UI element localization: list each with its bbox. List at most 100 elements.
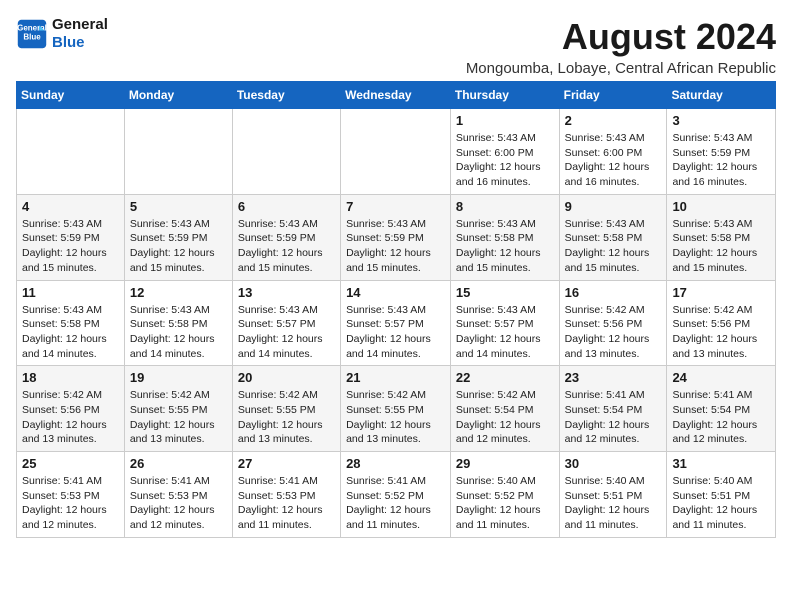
calendar-cell [232,109,340,195]
day-number: 31 [672,456,770,471]
day-info: Sunrise: 5:43 AMSunset: 5:58 PMDaylight:… [130,303,227,362]
calendar-cell: 4 Sunrise: 5:43 AMSunset: 5:59 PMDaylight… [17,194,125,280]
week-row-4: 18 Sunrise: 5:42 AMSunset: 5:56 PMDayligh… [17,366,776,452]
header-day-wednesday: Wednesday [341,82,451,109]
day-number: 18 [22,370,119,385]
day-number: 29 [456,456,554,471]
week-row-2: 4 Sunrise: 5:43 AMSunset: 5:59 PMDaylight… [17,194,776,280]
day-info: Sunrise: 5:43 AMSunset: 5:59 PMDaylight:… [346,217,445,276]
calendar-cell: 21 Sunrise: 5:42 AMSunset: 5:55 PMDayligh… [341,366,451,452]
header-day-thursday: Thursday [450,82,559,109]
calendar-cell: 19Sunrise: 5:42 AMSunset: 5:55 PMDayligh… [124,366,232,452]
day-info: Sunrise: 5:40 AMSunset: 5:51 PMDaylight:… [672,474,770,533]
day-info: Sunrise: 5:42 AMSunset: 5:56 PMDaylight:… [672,303,770,362]
calendar-cell: 2 Sunrise: 5:43 AMSunset: 6:00 PMDaylight… [559,109,667,195]
calendar-cell: 17 Sunrise: 5:42 AMSunset: 5:56 PMDayligh… [667,280,776,366]
calendar-cell: 12 Sunrise: 5:43 AMSunset: 5:58 PMDayligh… [124,280,232,366]
header-day-sunday: Sunday [17,82,125,109]
calendar-cell [17,109,125,195]
day-number: 17 [672,285,770,300]
day-info: Sunrise: 5:41 AMSunset: 5:54 PMDaylight:… [672,388,770,447]
calendar-cell: 15Sunrise: 5:43 AMSunset: 5:57 PMDayligh… [450,280,559,366]
day-info: Sunrise: 5:41 AMSunset: 5:53 PMDaylight:… [238,474,335,533]
svg-text:General: General [17,23,47,32]
month-title: August 2024 [466,16,776,58]
header-day-friday: Friday [559,82,667,109]
day-number: 25 [22,456,119,471]
calendar-cell: 26 Sunrise: 5:41 AMSunset: 5:53 PMDayligh… [124,452,232,538]
day-number: 28 [346,456,445,471]
calendar-table: SundayMondayTuesdayWednesdayThursdayFrid… [16,81,776,538]
week-row-1: 1Sunrise: 5:43 AMSunset: 6:00 PMDaylight… [17,109,776,195]
title-area: August 2024 Mongoumba, Lobaye, Central A… [466,16,776,77]
calendar-cell: 31 Sunrise: 5:40 AMSunset: 5:51 PMDayligh… [667,452,776,538]
day-info: Sunrise: 5:43 AMSunset: 5:58 PMDaylight:… [672,217,770,276]
day-info: Sunrise: 5:41 AMSunset: 5:53 PMDaylight:… [130,474,227,533]
day-info: Sunrise: 5:41 AMSunset: 5:52 PMDaylight:… [346,474,445,533]
calendar-cell: 8 Sunrise: 5:43 AMSunset: 5:58 PMDaylight… [450,194,559,280]
calendar-cell: 5 Sunrise: 5:43 AMSunset: 5:59 PMDaylight… [124,194,232,280]
day-number: 5 [130,199,227,214]
calendar-cell: 22Sunrise: 5:42 AMSunset: 5:54 PMDayligh… [450,366,559,452]
day-number: 19 [130,370,227,385]
day-number: 8 [456,199,554,214]
day-info: Sunrise: 5:43 AMSunset: 5:59 PMDaylight:… [22,217,119,276]
day-info: Sunrise: 5:40 AMSunset: 5:52 PMDaylight:… [456,474,554,533]
calendar-cell: 25 Sunrise: 5:41 AMSunset: 5:53 PMDayligh… [17,452,125,538]
day-info: Sunrise: 5:43 AMSunset: 5:57 PMDaylight:… [346,303,445,362]
calendar-cell: 11 Sunrise: 5:43 AMSunset: 5:58 PMDayligh… [17,280,125,366]
calendar-cell [124,109,232,195]
day-number: 7 [346,199,445,214]
day-info: Sunrise: 5:40 AMSunset: 5:51 PMDaylight:… [565,474,662,533]
calendar-cell: 1Sunrise: 5:43 AMSunset: 6:00 PMDaylight… [450,109,559,195]
logo: General Blue General Blue [16,16,108,52]
week-row-3: 11 Sunrise: 5:43 AMSunset: 5:58 PMDayligh… [17,280,776,366]
calendar-cell: 23Sunrise: 5:41 AMSunset: 5:54 PMDayligh… [559,366,667,452]
calendar-cell: 27Sunrise: 5:41 AMSunset: 5:53 PMDayligh… [232,452,340,538]
day-number: 24 [672,370,770,385]
calendar-cell: 30 Sunrise: 5:40 AMSunset: 5:51 PMDayligh… [559,452,667,538]
day-number: 4 [22,199,119,214]
day-info: Sunrise: 5:42 AMSunset: 5:56 PMDaylight:… [565,303,662,362]
day-info: Sunrise: 5:41 AMSunset: 5:54 PMDaylight:… [565,388,662,447]
day-info: Sunrise: 5:41 AMSunset: 5:53 PMDaylight:… [22,474,119,533]
day-info: Sunrise: 5:42 AMSunset: 5:56 PMDaylight:… [22,388,119,447]
day-number: 30 [565,456,662,471]
calendar-cell: 3Sunrise: 5:43 AMSunset: 5:59 PMDaylight… [667,109,776,195]
day-info: Sunrise: 5:43 AMSunset: 5:59 PMDaylight:… [130,217,227,276]
day-number: 13 [238,285,335,300]
day-number: 10 [672,199,770,214]
day-info: Sunrise: 5:43 AMSunset: 5:57 PMDaylight:… [238,303,335,362]
day-info: Sunrise: 5:43 AMSunset: 5:59 PMDaylight:… [238,217,335,276]
day-number: 20 [238,370,335,385]
day-info: Sunrise: 5:43 AMSunset: 5:59 PMDaylight:… [672,131,770,190]
location-subtitle: Mongoumba, Lobaye, Central African Repub… [466,60,776,77]
header-day-tuesday: Tuesday [232,82,340,109]
day-info: Sunrise: 5:43 AMSunset: 5:57 PMDaylight:… [456,303,554,362]
day-number: 21 [346,370,445,385]
day-number: 12 [130,285,227,300]
header-day-saturday: Saturday [667,82,776,109]
calendar-cell: 10 Sunrise: 5:43 AMSunset: 5:58 PMDayligh… [667,194,776,280]
svg-text:Blue: Blue [23,32,41,41]
day-info: Sunrise: 5:43 AMSunset: 5:58 PMDaylight:… [456,217,554,276]
calendar-cell: 9Sunrise: 5:43 AMSunset: 5:58 PMDaylight… [559,194,667,280]
day-number: 26 [130,456,227,471]
calendar-cell: 29 Sunrise: 5:40 AMSunset: 5:52 PMDayligh… [450,452,559,538]
day-info: Sunrise: 5:43 AMSunset: 5:58 PMDaylight:… [22,303,119,362]
calendar-cell: 13 Sunrise: 5:43 AMSunset: 5:57 PMDayligh… [232,280,340,366]
day-info: Sunrise: 5:42 AMSunset: 5:55 PMDaylight:… [346,388,445,447]
day-number: 14 [346,285,445,300]
calendar-cell: 6 Sunrise: 5:43 AMSunset: 5:59 PMDaylight… [232,194,340,280]
calendar-cell: 7 Sunrise: 5:43 AMSunset: 5:59 PMDaylight… [341,194,451,280]
logo-icon: General Blue [16,18,48,50]
logo-text: General Blue [52,16,108,52]
calendar-cell: 20Sunrise: 5:42 AMSunset: 5:55 PMDayligh… [232,366,340,452]
day-number: 11 [22,285,119,300]
day-number: 2 [565,113,662,128]
day-info: Sunrise: 5:43 AMSunset: 6:00 PMDaylight:… [456,131,554,190]
calendar-cell: 24 Sunrise: 5:41 AMSunset: 5:54 PMDayligh… [667,366,776,452]
day-info: Sunrise: 5:43 AMSunset: 6:00 PMDaylight:… [565,131,662,190]
day-number: 6 [238,199,335,214]
header-day-monday: Monday [124,82,232,109]
